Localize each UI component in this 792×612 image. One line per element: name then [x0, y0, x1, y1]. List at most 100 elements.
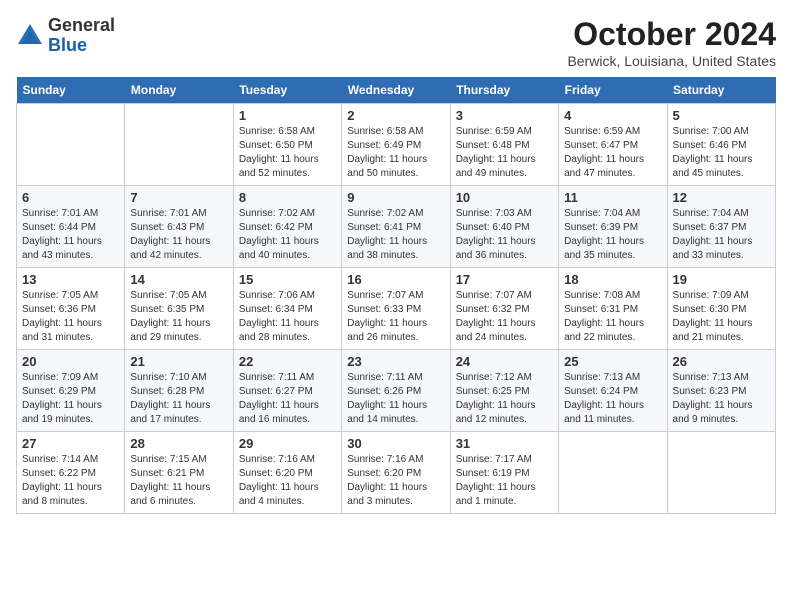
- week-row: 6 Sunrise: 7:01 AM Sunset: 6:44 PM Daylig…: [17, 186, 776, 268]
- day-info: Sunrise: 7:01 AM Sunset: 6:44 PM Dayligh…: [22, 207, 119, 263]
- day-number: 2: [347, 108, 444, 123]
- day-info: Sunrise: 7:17 AM Sunset: 6:19 PM Dayligh…: [456, 453, 553, 509]
- day-info: Sunrise: 7:10 AM Sunset: 6:28 PM Dayligh…: [130, 371, 227, 427]
- calendar-cell: 26 Sunrise: 7:13 AM Sunset: 6:23 PM Dayli…: [667, 350, 775, 432]
- calendar-cell: 19 Sunrise: 7:09 AM Sunset: 6:30 PM Dayli…: [667, 268, 775, 350]
- calendar-cell: 28Sunrise: 7:15 AM Sunset: 6:21 PM Dayli…: [125, 432, 233, 514]
- day-info: Sunrise: 7:08 AM Sunset: 6:31 PM Dayligh…: [564, 289, 661, 345]
- day-number: 31: [456, 436, 553, 451]
- day-info: Sunrise: 7:11 AM Sunset: 6:26 PM Dayligh…: [347, 371, 444, 427]
- day-info: Sunrise: 7:07 AM Sunset: 6:33 PM Dayligh…: [347, 289, 444, 345]
- day-info: Sunrise: 7:00 AM Sunset: 6:46 PM Dayligh…: [673, 125, 770, 181]
- calendar-cell: [667, 432, 775, 514]
- day-info: Sunrise: 6:58 AM Sunset: 6:49 PM Dayligh…: [347, 125, 444, 181]
- header-row: SundayMondayTuesdayWednesdayThursdayFrid…: [17, 77, 776, 104]
- calendar-cell: [125, 104, 233, 186]
- day-number: 6: [22, 190, 119, 205]
- calendar-cell: 15 Sunrise: 7:06 AM Sunset: 6:34 PM Dayli…: [233, 268, 341, 350]
- calendar-cell: 23 Sunrise: 7:11 AM Sunset: 6:26 PM Dayli…: [342, 350, 450, 432]
- day-info: Sunrise: 7:14 AM Sunset: 6:22 PM Dayligh…: [22, 453, 119, 509]
- calendar-cell: 14Sunrise: 7:05 AM Sunset: 6:35 PM Dayli…: [125, 268, 233, 350]
- day-info: Sunrise: 7:02 AM Sunset: 6:41 PM Dayligh…: [347, 207, 444, 263]
- week-row: 13Sunrise: 7:05 AM Sunset: 6:36 PM Dayli…: [17, 268, 776, 350]
- day-info: Sunrise: 7:03 AM Sunset: 6:40 PM Dayligh…: [456, 207, 553, 263]
- calendar-cell: 8Sunrise: 7:02 AM Sunset: 6:42 PM Daylig…: [233, 186, 341, 268]
- page-header: General Blue October 2024 Berwick, Louis…: [16, 16, 776, 69]
- day-number: 30: [347, 436, 444, 451]
- day-number: 1: [239, 108, 336, 123]
- calendar-cell: 7 Sunrise: 7:01 AM Sunset: 6:43 PM Daylig…: [125, 186, 233, 268]
- calendar-cell: 13Sunrise: 7:05 AM Sunset: 6:36 PM Dayli…: [17, 268, 125, 350]
- day-number: 11: [564, 190, 661, 205]
- day-number: 18: [564, 272, 661, 287]
- header-monday: Monday: [125, 77, 233, 104]
- day-number: 19: [673, 272, 770, 287]
- day-number: 26: [673, 354, 770, 369]
- header-tuesday: Tuesday: [233, 77, 341, 104]
- calendar-cell: 16 Sunrise: 7:07 AM Sunset: 6:33 PM Dayli…: [342, 268, 450, 350]
- calendar-cell: 11 Sunrise: 7:04 AM Sunset: 6:39 PM Dayli…: [559, 186, 667, 268]
- header-sunday: Sunday: [17, 77, 125, 104]
- calendar-cell: 6 Sunrise: 7:01 AM Sunset: 6:44 PM Daylig…: [17, 186, 125, 268]
- month-title: October 2024: [567, 16, 776, 53]
- day-number: 8: [239, 190, 336, 205]
- calendar-cell: [17, 104, 125, 186]
- day-number: 4: [564, 108, 661, 123]
- header-thursday: Thursday: [450, 77, 558, 104]
- day-number: 27: [22, 436, 119, 451]
- logo-general: General: [48, 15, 115, 35]
- day-info: Sunrise: 7:16 AM Sunset: 6:20 PM Dayligh…: [347, 453, 444, 509]
- day-number: 16: [347, 272, 444, 287]
- calendar-cell: 9 Sunrise: 7:02 AM Sunset: 6:41 PM Daylig…: [342, 186, 450, 268]
- calendar-cell: 12 Sunrise: 7:04 AM Sunset: 6:37 PM Dayli…: [667, 186, 775, 268]
- logo-text: General Blue: [48, 16, 115, 56]
- day-number: 25: [564, 354, 661, 369]
- day-number: 21: [130, 354, 227, 369]
- day-info: Sunrise: 7:05 AM Sunset: 6:35 PM Dayligh…: [130, 289, 227, 345]
- calendar-cell: 21 Sunrise: 7:10 AM Sunset: 6:28 PM Dayli…: [125, 350, 233, 432]
- day-info: Sunrise: 7:12 AM Sunset: 6:25 PM Dayligh…: [456, 371, 553, 427]
- day-info: Sunrise: 7:09 AM Sunset: 6:30 PM Dayligh…: [673, 289, 770, 345]
- calendar-cell: 25Sunrise: 7:13 AM Sunset: 6:24 PM Dayli…: [559, 350, 667, 432]
- day-info: Sunrise: 7:11 AM Sunset: 6:27 PM Dayligh…: [239, 371, 336, 427]
- day-number: 22: [239, 354, 336, 369]
- calendar-cell: 4 Sunrise: 6:59 AM Sunset: 6:47 PM Daylig…: [559, 104, 667, 186]
- day-number: 12: [673, 190, 770, 205]
- calendar-cell: 22 Sunrise: 7:11 AM Sunset: 6:27 PM Dayli…: [233, 350, 341, 432]
- day-info: Sunrise: 7:13 AM Sunset: 6:23 PM Dayligh…: [673, 371, 770, 427]
- logo: General Blue: [16, 16, 115, 56]
- header-wednesday: Wednesday: [342, 77, 450, 104]
- calendar-cell: 1 Sunrise: 6:58 AM Sunset: 6:50 PM Daylig…: [233, 104, 341, 186]
- calendar-cell: 2 Sunrise: 6:58 AM Sunset: 6:49 PM Daylig…: [342, 104, 450, 186]
- day-number: 9: [347, 190, 444, 205]
- day-info: Sunrise: 7:06 AM Sunset: 6:34 PM Dayligh…: [239, 289, 336, 345]
- header-friday: Friday: [559, 77, 667, 104]
- week-row: 1 Sunrise: 6:58 AM Sunset: 6:50 PM Daylig…: [17, 104, 776, 186]
- day-number: 23: [347, 354, 444, 369]
- day-number: 10: [456, 190, 553, 205]
- day-info: Sunrise: 7:04 AM Sunset: 6:37 PM Dayligh…: [673, 207, 770, 263]
- day-number: 24: [456, 354, 553, 369]
- day-number: 3: [456, 108, 553, 123]
- header-saturday: Saturday: [667, 77, 775, 104]
- day-info: Sunrise: 6:59 AM Sunset: 6:47 PM Dayligh…: [564, 125, 661, 181]
- location: Berwick, Louisiana, United States: [567, 53, 776, 69]
- day-info: Sunrise: 7:07 AM Sunset: 6:32 PM Dayligh…: [456, 289, 553, 345]
- day-number: 7: [130, 190, 227, 205]
- day-number: 15: [239, 272, 336, 287]
- day-number: 20: [22, 354, 119, 369]
- title-block: October 2024 Berwick, Louisiana, United …: [567, 16, 776, 69]
- calendar-cell: 31 Sunrise: 7:17 AM Sunset: 6:19 PM Dayli…: [450, 432, 558, 514]
- calendar-table: SundayMondayTuesdayWednesdayThursdayFrid…: [16, 77, 776, 514]
- day-info: Sunrise: 7:01 AM Sunset: 6:43 PM Dayligh…: [130, 207, 227, 263]
- logo-icon: [16, 22, 44, 50]
- day-info: Sunrise: 7:16 AM Sunset: 6:20 PM Dayligh…: [239, 453, 336, 509]
- day-info: Sunrise: 6:58 AM Sunset: 6:50 PM Dayligh…: [239, 125, 336, 181]
- day-info: Sunrise: 6:59 AM Sunset: 6:48 PM Dayligh…: [456, 125, 553, 181]
- day-number: 28: [130, 436, 227, 451]
- day-info: Sunrise: 7:05 AM Sunset: 6:36 PM Dayligh…: [22, 289, 119, 345]
- day-number: 5: [673, 108, 770, 123]
- calendar-cell: 5 Sunrise: 7:00 AM Sunset: 6:46 PM Daylig…: [667, 104, 775, 186]
- day-info: Sunrise: 7:04 AM Sunset: 6:39 PM Dayligh…: [564, 207, 661, 263]
- week-row: 27 Sunrise: 7:14 AM Sunset: 6:22 PM Dayli…: [17, 432, 776, 514]
